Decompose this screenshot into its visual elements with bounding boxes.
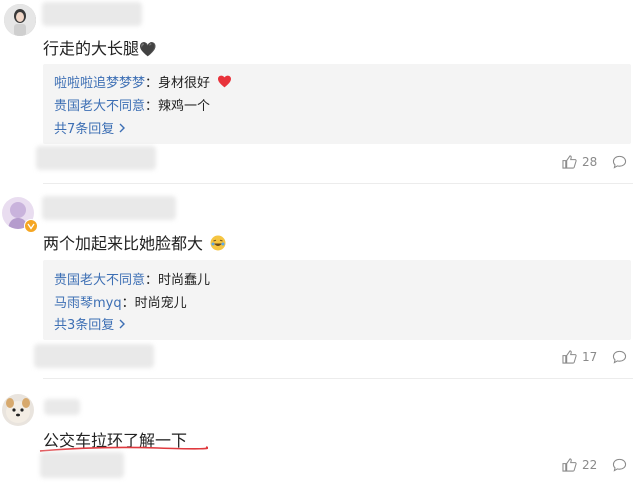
reply-item: 贵国老大不同意：时尚蠢儿 bbox=[54, 269, 210, 288]
reply-item: 啦啦啦追梦梦梦：身材很好 bbox=[54, 72, 232, 91]
reply-separator: ： bbox=[145, 76, 159, 91]
black-heart-icon: 🖤 bbox=[139, 42, 157, 58]
reply-text: 时尚蠢儿 bbox=[158, 273, 211, 288]
reply-text: 时尚宠儿 bbox=[134, 296, 187, 311]
reply-username[interactable]: 马雨琴myq bbox=[54, 296, 122, 311]
reply-username[interactable]: 贵国老大不同意 bbox=[54, 273, 145, 288]
username-blurred bbox=[42, 196, 176, 220]
verified-badge-icon bbox=[24, 219, 38, 233]
reply-separator: ： bbox=[121, 296, 135, 311]
reply-item: 马雨琴myq：时尚宠儿 bbox=[54, 292, 187, 311]
chevron-right-icon bbox=[119, 123, 126, 133]
avatar-image bbox=[2, 394, 34, 426]
comment-body: 行走的大长腿 bbox=[43, 39, 140, 58]
reply-username[interactable]: 贵国老大不同意 bbox=[54, 99, 145, 114]
view-replies-link[interactable]: 共3条回复 bbox=[54, 314, 126, 333]
like-button[interactable]: 22 bbox=[562, 458, 597, 472]
like-button[interactable]: 17 bbox=[562, 350, 597, 364]
divider bbox=[43, 378, 633, 379]
username-blurred bbox=[42, 2, 142, 26]
view-replies-label: 共7条回复 bbox=[54, 122, 115, 137]
timestamp-blurred bbox=[40, 452, 124, 478]
reply-text: 辣鸡一个 bbox=[158, 99, 211, 114]
laughing-emoji-icon bbox=[210, 235, 226, 251]
reply-username[interactable]: 啦啦啦追梦梦梦 bbox=[54, 76, 145, 91]
comment-text: 行走的大长腿🖤 bbox=[43, 35, 156, 59]
reply-item: 贵国老大不同意：辣鸡一个 bbox=[54, 95, 210, 114]
chevron-right-icon bbox=[119, 319, 126, 329]
comment-icon bbox=[612, 155, 627, 169]
like-button[interactable]: 28 bbox=[562, 155, 597, 169]
divider bbox=[43, 183, 633, 184]
reply-separator: ： bbox=[145, 99, 159, 114]
reply-button[interactable] bbox=[612, 155, 627, 169]
avatar[interactable] bbox=[2, 394, 34, 426]
reply-separator: ： bbox=[145, 273, 159, 288]
reply-text: 身材很好 bbox=[158, 76, 211, 91]
timestamp-blurred bbox=[34, 344, 154, 368]
thumb-up-icon bbox=[562, 458, 577, 472]
comment-icon bbox=[612, 458, 627, 472]
reply-button[interactable] bbox=[612, 458, 627, 472]
comment-icon bbox=[612, 350, 627, 364]
view-replies-label: 共3条回复 bbox=[54, 318, 115, 333]
username-blurred bbox=[44, 399, 80, 415]
like-count: 28 bbox=[582, 155, 598, 169]
comment-body: 两个加起来比她脸都大 bbox=[43, 234, 204, 253]
avatar[interactable] bbox=[4, 4, 36, 36]
like-count: 22 bbox=[582, 458, 598, 472]
view-replies-link[interactable]: 共7条回复 bbox=[54, 118, 126, 137]
like-count: 17 bbox=[582, 350, 598, 364]
reply-button[interactable] bbox=[612, 350, 627, 364]
comment-text: 两个加起来比她脸都大 bbox=[43, 230, 226, 254]
timestamp-blurred bbox=[36, 146, 156, 170]
thumb-up-icon bbox=[562, 155, 577, 169]
heart-icon bbox=[218, 75, 232, 88]
avatar-image bbox=[4, 4, 36, 36]
thumb-up-icon bbox=[562, 350, 577, 364]
